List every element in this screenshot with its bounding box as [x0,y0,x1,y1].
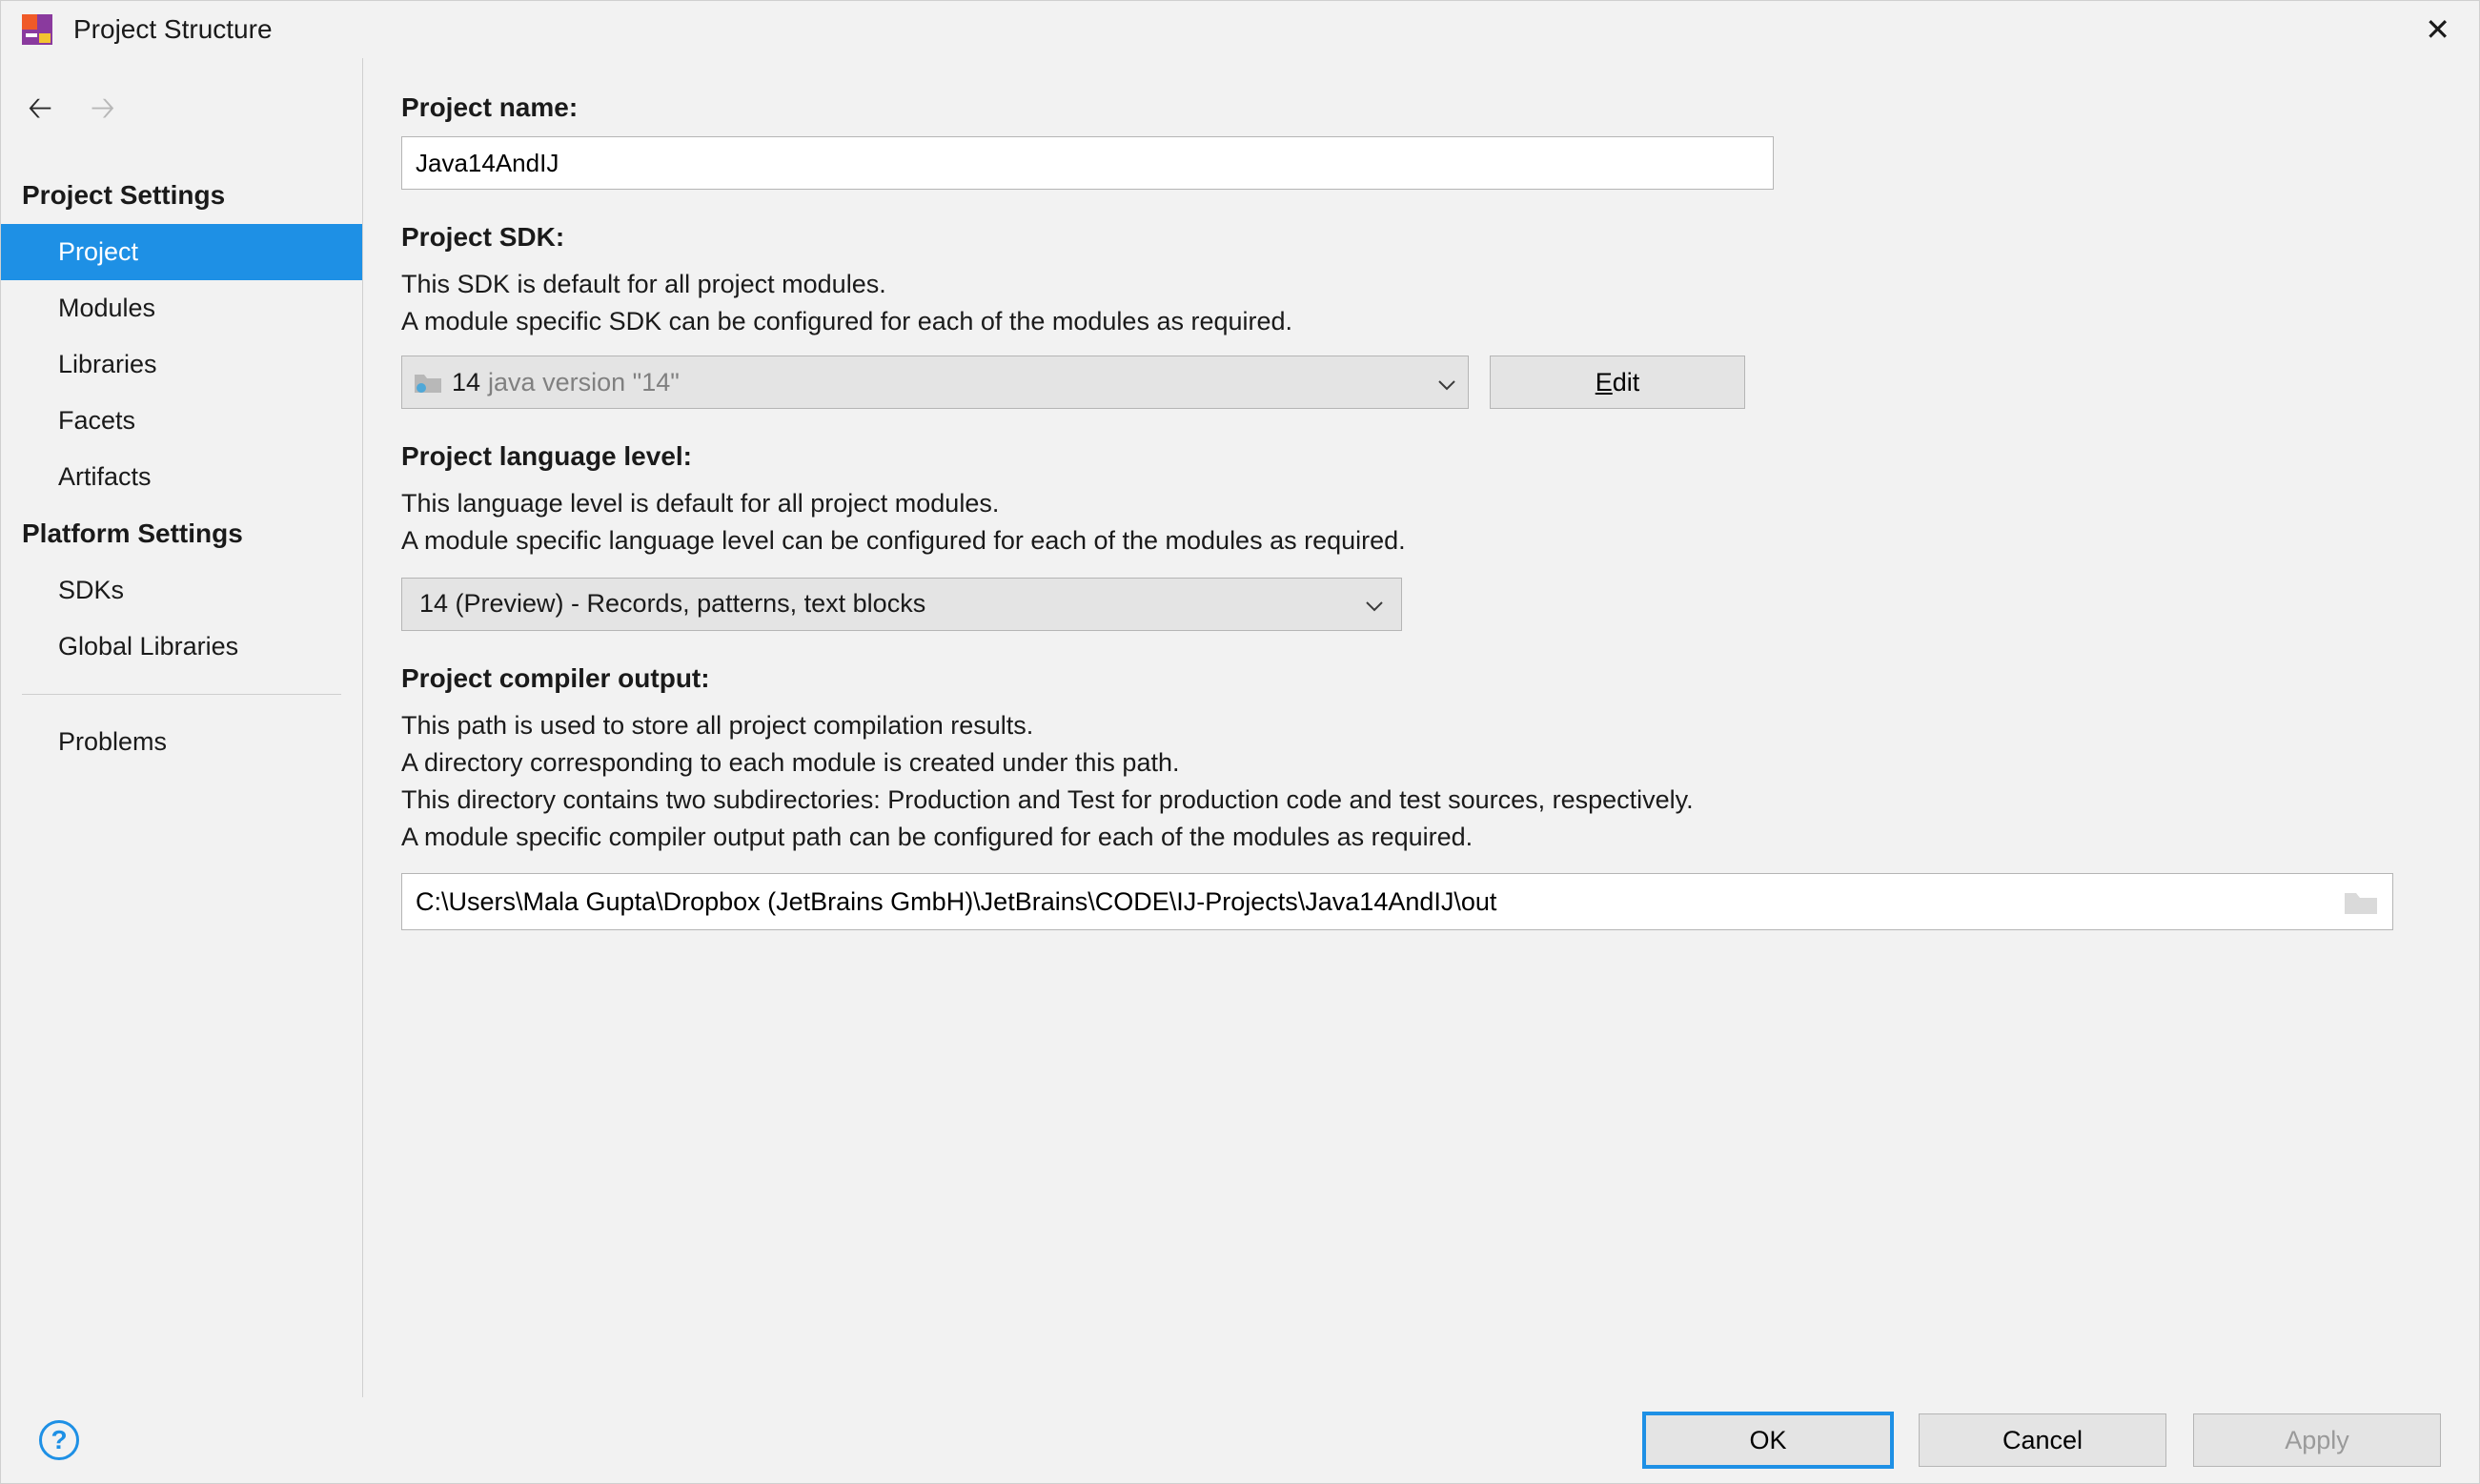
language-level-desc1: This language level is default for all p… [401,485,2431,522]
browse-folder-icon[interactable] [2343,887,2379,916]
language-level-label: Project language level: [401,441,2431,472]
close-icon[interactable]: ✕ [2415,8,2460,51]
chevron-down-icon [1437,368,1456,397]
titlebar: Project Structure ✕ [1,1,2479,58]
sidebar-divider [22,694,341,695]
sidebar-item-problems[interactable]: Problems [1,714,362,770]
language-level-desc2: A module specific language level can be … [401,522,2431,559]
chevron-down-icon [1365,589,1384,619]
project-sdk-desc1: This SDK is default for all project modu… [401,266,2431,303]
compiler-output-desc2: A directory corresponding to each module… [401,744,2431,782]
sidebar-section-platform-settings: Platform Settings [1,505,362,562]
project-sdk-desc2: A module specific SDK can be configured … [401,303,2431,340]
sidebar-item-global-libraries[interactable]: Global Libraries [1,619,362,675]
sdk-folder-icon [414,371,442,394]
apply-button: Apply [2193,1413,2441,1467]
sdk-name: 14 [452,368,480,397]
project-sdk-label: Project SDK: [401,222,2431,253]
forward-arrow-icon: 🡢 [91,87,115,138]
edit-sdk-button[interactable]: Edit [1490,356,1745,409]
project-name-label: Project name: [401,92,2431,123]
back-arrow-icon[interactable]: 🡠 [28,87,52,138]
sidebar-item-libraries[interactable]: Libraries [1,336,362,393]
cancel-button[interactable]: Cancel [1919,1413,2166,1467]
project-sdk-dropdown[interactable]: 14 java version "14" [401,356,1469,409]
sidebar-item-artifacts[interactable]: Artifacts [1,449,362,505]
dialog-footer: ? OK Cancel Apply [1,1397,2479,1483]
intellij-icon [20,12,54,47]
sidebar-section-project-settings: Project Settings [1,167,362,224]
compiler-output-desc1: This path is used to store all project c… [401,707,2431,744]
project-name-input[interactable] [401,136,1774,190]
compiler-output-desc4: A module specific compiler output path c… [401,819,2431,856]
compiler-output-desc3: This directory contains two subdirectori… [401,782,2431,819]
language-level-dropdown[interactable]: 14 (Preview) - Records, patterns, text b… [401,578,1402,631]
sdk-version: java version "14" [488,368,680,397]
compiler-output-input[interactable] [402,874,2343,929]
sidebar: 🡠 🡢 Project Settings Project Modules Lib… [1,58,363,1397]
sidebar-item-project[interactable]: Project [1,224,362,280]
sidebar-item-facets[interactable]: Facets [1,393,362,449]
content-pane: Project name: Project SDK: This SDK is d… [363,58,2479,1397]
help-icon[interactable]: ? [39,1420,79,1460]
ok-button[interactable]: OK [1644,1413,1892,1467]
language-level-value: 14 (Preview) - Records, patterns, text b… [419,589,925,619]
sidebar-item-sdks[interactable]: SDKs [1,562,362,619]
sidebar-item-modules[interactable]: Modules [1,280,362,336]
window-title: Project Structure [73,14,273,45]
compiler-output-label: Project compiler output: [401,663,2431,694]
